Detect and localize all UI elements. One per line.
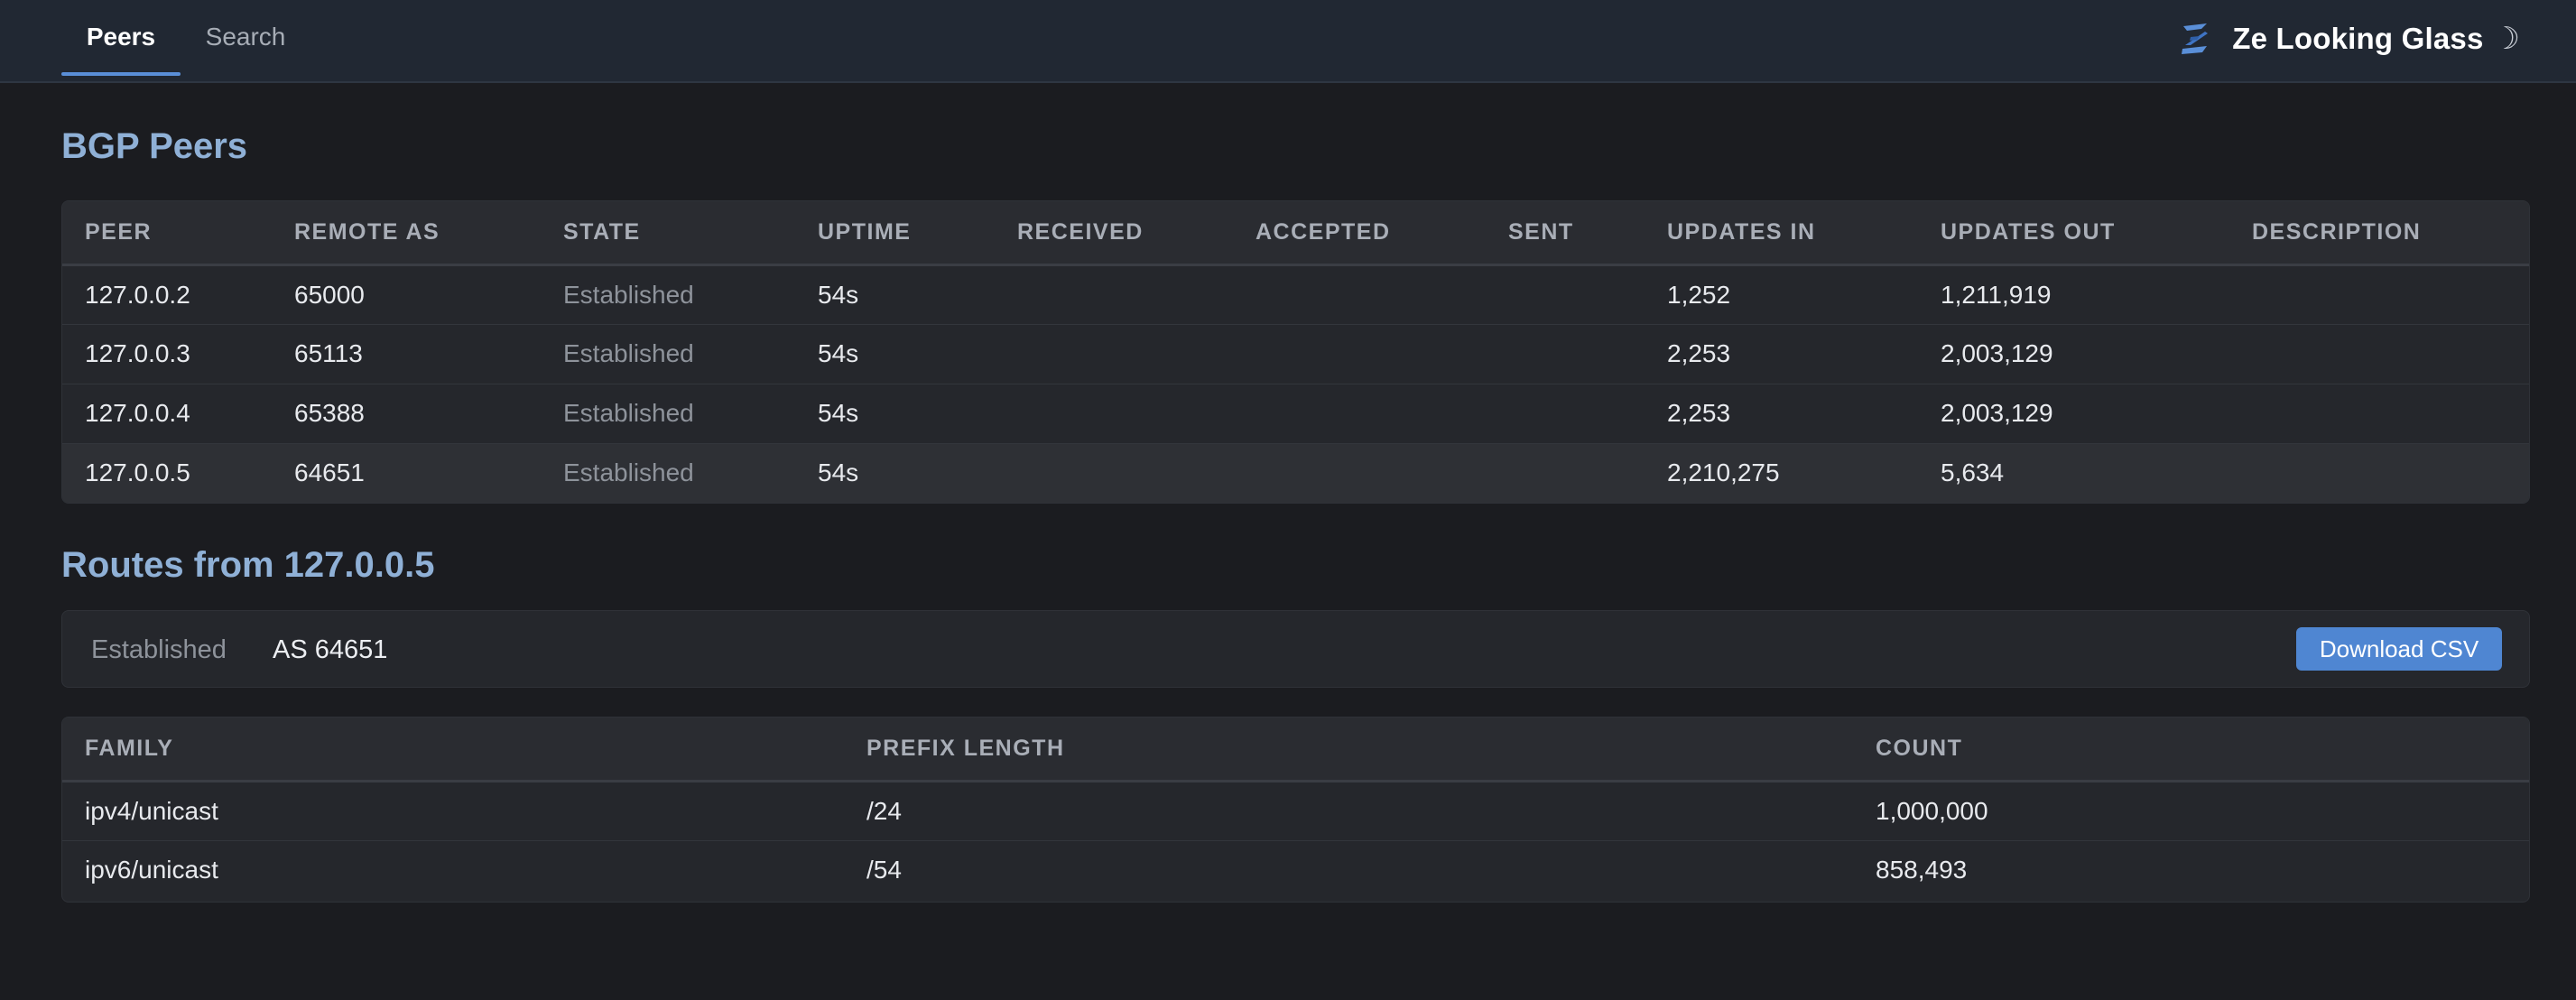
table-row[interactable]: 127.0.0.2 65000 Established 54s 1,252 1,… <box>62 264 2529 325</box>
peer-updates-in: 2,210,275 <box>1645 443 1918 503</box>
peer-updates-out: 1,211,919 <box>1918 264 2229 325</box>
peer-state: Established <box>541 324 795 384</box>
column-header-updates-out[interactable]: UPDATES OUT <box>1918 201 2229 266</box>
table-row[interactable]: 127.0.0.4 65388 Established 54s 2,253 2,… <box>62 384 2529 444</box>
peer-received <box>995 264 1233 325</box>
column-header-sent[interactable]: SENT <box>1486 201 1645 266</box>
peer-uptime: 54s <box>795 384 995 444</box>
column-header-updates-in[interactable]: UPDATES IN <box>1645 201 1918 266</box>
tab-search[interactable]: Search <box>190 0 301 76</box>
column-header-peer[interactable]: PEER <box>62 201 272 266</box>
table-header-row: PEER REMOTE AS STATE UPTIME RECEIVED ACC… <box>62 201 2529 266</box>
peer-received <box>995 324 1233 384</box>
route-count: 1,000,000 <box>1853 781 2529 841</box>
peer-state: Established <box>541 443 795 503</box>
column-header-received[interactable]: RECEIVED <box>995 201 1233 266</box>
peer-updates-in: 1,252 <box>1645 264 1918 325</box>
column-header-accepted[interactable]: ACCEPTED <box>1233 201 1486 266</box>
peer-updates-out: 2,003,129 <box>1918 384 2229 444</box>
column-header-description[interactable]: DESCRIPTION <box>2229 201 2529 266</box>
column-header-family[interactable]: FAMILY <box>62 718 844 782</box>
table-row-selected[interactable]: 127.0.0.5 64651 Established 54s 2,210,27… <box>62 443 2529 503</box>
peer-sent <box>1486 264 1645 325</box>
bgp-peers-table: PEER REMOTE AS STATE UPTIME RECEIVED ACC… <box>62 201 2529 503</box>
peer-accepted <box>1233 384 1486 444</box>
peer-description <box>2229 264 2529 325</box>
peer-sent <box>1486 443 1645 503</box>
peer-address: 127.0.0.4 <box>62 384 272 444</box>
route-prefix-length: /54 <box>866 856 902 884</box>
table-row[interactable]: ipv6/unicast /54 858,493 <box>62 840 2529 900</box>
ze-logo-icon <box>2182 23 2209 54</box>
peer-accepted <box>1233 264 1486 325</box>
routes-heading: Routes from 127.0.0.5 <box>61 545 435 585</box>
peer-state: Established <box>541 384 795 444</box>
peer-accepted <box>1233 443 1486 503</box>
peer-description <box>2229 443 2529 503</box>
table-header-row: FAMILY PREFIX LENGTH COUNT <box>62 718 2529 782</box>
peer-updates-out: 2,003,129 <box>1918 324 2229 384</box>
peer-remote-as: 65113 <box>272 324 541 384</box>
peer-uptime: 54s <box>795 264 995 325</box>
peer-state-label: Established <box>91 635 227 664</box>
column-header-uptime[interactable]: UPTIME <box>795 201 995 266</box>
column-header-prefix-length[interactable]: PREFIX LENGTH <box>844 718 1853 782</box>
route-prefix-length: /24 <box>844 781 1853 841</box>
route-family: ipv6/unicast <box>85 856 218 884</box>
column-header-remote-as[interactable]: REMOTE AS <box>272 201 541 266</box>
peer-received <box>995 443 1233 503</box>
peer-updates-in: 2,253 <box>1645 384 1918 444</box>
tab-peers[interactable]: Peers <box>61 0 181 76</box>
table-row[interactable]: 127.0.0.3 65113 Established 54s 2,253 2,… <box>62 324 2529 384</box>
peer-accepted <box>1233 324 1486 384</box>
peer-sent <box>1486 324 1645 384</box>
brand: Ze Looking Glass ☽ <box>2174 16 2520 61</box>
route-family: ipv4/unicast <box>62 781 844 841</box>
route-count: 858,493 <box>1876 856 1968 884</box>
peer-uptime: 54s <box>795 324 995 384</box>
peer-uptime: 54s <box>795 443 995 503</box>
peer-received <box>995 384 1233 444</box>
bgp-peers-heading: BGP Peers <box>61 126 248 166</box>
peer-address: 127.0.0.2 <box>62 264 272 325</box>
peer-remote-as: 65000 <box>272 264 541 325</box>
peer-updates-in: 2,253 <box>1645 324 1918 384</box>
peer-remote-as: 65388 <box>272 384 541 444</box>
theme-toggle-moon-icon[interactable]: ☽ <box>2493 21 2520 57</box>
peer-sent <box>1486 384 1645 444</box>
top-navigation: Peers Search Ze Looking Glass ☽ <box>0 0 2576 83</box>
peer-updates-out: 5,634 <box>1918 443 2229 503</box>
peer-address: 127.0.0.5 <box>62 443 272 503</box>
bgp-peers-table-card: PEER REMOTE AS STATE UPTIME RECEIVED ACC… <box>61 200 2530 504</box>
peer-as-label: AS 64651 <box>273 635 388 664</box>
peer-address: 127.0.0.3 <box>62 324 272 384</box>
routes-table-card: FAMILY PREFIX LENGTH COUNT ipv4/unicast … <box>61 717 2530 903</box>
peer-description <box>2229 384 2529 444</box>
routes-table: FAMILY PREFIX LENGTH COUNT ipv4/unicast … <box>62 718 2529 900</box>
column-header-count[interactable]: COUNT <box>1853 718 2529 782</box>
peer-state: Established <box>541 264 795 325</box>
column-header-state[interactable]: STATE <box>541 201 795 266</box>
peer-summary-bar: Established AS 64651 Download CSV <box>61 610 2530 688</box>
app-title: Ze Looking Glass <box>2232 22 2484 55</box>
peer-description <box>2229 324 2529 384</box>
download-csv-button[interactable]: Download CSV <box>2296 627 2502 671</box>
peer-remote-as: 64651 <box>272 443 541 503</box>
table-row[interactable]: ipv4/unicast /24 1,000,000 <box>62 781 2529 841</box>
